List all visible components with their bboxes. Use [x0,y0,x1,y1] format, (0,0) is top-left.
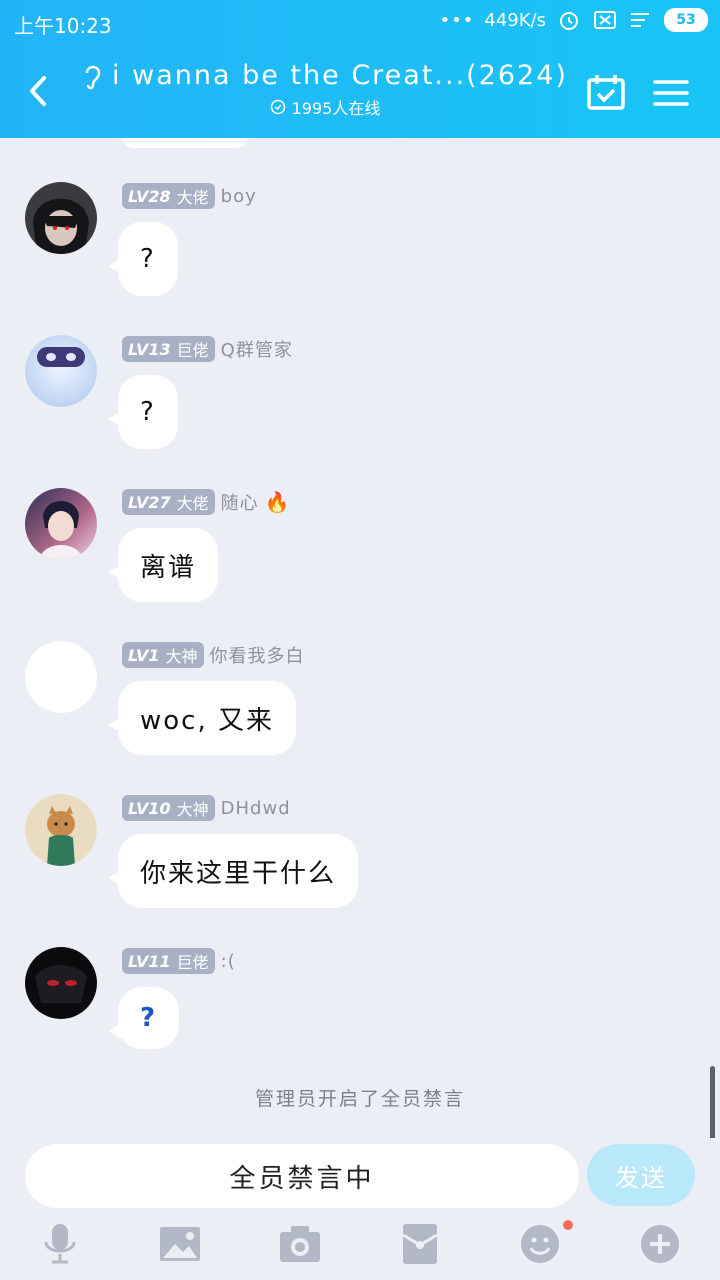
level-badge: LV11 巨佬 [122,948,215,974]
avatar[interactable] [25,641,97,713]
back-button[interactable] [22,68,56,114]
message-bubble[interactable]: 你来这里干什么 [107,834,359,908]
level-badge: LV28 大佬 [122,183,215,209]
message-bubble[interactable]: ? [108,222,178,296]
message-text: ? [140,1003,158,1033]
status-icons: ••• 449K/s 53 [440,8,708,32]
chat-area[interactable]: LV28 大佬 boy ? LV13 巨佬 Q群管家 ? LV27 大佬 随心 🔥 离… [0,138,720,1138]
check-circle-icon [270,99,285,115]
sender-meta: LV13 巨佬 Q群管家 [122,335,293,363]
microphone-icon [44,1224,76,1264]
sender-name[interactable]: DHdwd [221,798,291,819]
microphone-button[interactable] [38,1222,82,1266]
level-badge: LV27 大佬 [122,489,215,515]
message-bubble[interactable]: woc, 又来 [108,681,296,755]
message-bubble[interactable]: ? [107,987,180,1049]
level-badge: LV1 大神 [122,642,204,668]
more-dots-icon: ••• [439,9,475,31]
level-badge: LV10 大神 [122,795,215,821]
signal-icon [628,9,654,31]
image-icon [160,1227,200,1261]
calendar-check-button[interactable] [585,72,627,114]
battery-indicator: 53 [664,8,708,32]
avatar[interactable] [25,488,97,560]
level-badge: LV13 巨佬 [122,336,215,362]
status-time: 上午10:23 [14,14,112,38]
network-speed: 449K/s [484,9,546,31]
emoji-icon [521,1225,559,1263]
avatar[interactable] [25,947,97,1019]
sender-name[interactable]: 你看我多白 [210,642,305,668]
alarm-icon [556,9,582,31]
plus-button[interactable] [638,1222,682,1266]
scrollbar[interactable] [710,1066,715,1138]
red-packet-button[interactable] [398,1222,442,1266]
sender-name[interactable]: 随心 [221,489,259,515]
toolbar [0,1222,720,1272]
top-bar: 上午10:23 ••• 449K/s 53 i wanna be the Cre… [0,0,720,138]
sender-name[interactable]: boy [221,186,257,207]
chat-header: i wanna be the Creat...(2624) 1995人在线 [0,46,720,138]
system-notice: 管理员开启了全员禁言 [254,1088,465,1110]
sender-meta: LV27 大佬 随心 🔥 [122,488,290,516]
chevron-left-icon [30,76,46,106]
message-text: ? [140,397,156,427]
sender-meta: LV11 巨佬 :( [122,947,236,975]
sender-name[interactable]: :( [221,951,236,972]
ear-icon [85,65,101,89]
sim-off-icon [592,9,618,31]
red-packet-icon [402,1224,438,1264]
menu-button[interactable] [650,72,692,114]
calendar-check-icon [587,75,625,110]
emoji-button[interactable] [518,1222,562,1266]
message-text: woc, 又来 [140,705,274,736]
avatar[interactable] [25,335,97,407]
camera-button[interactable] [278,1222,322,1266]
message-text: 你来这里干什么 [140,858,337,889]
plus-icon [641,1225,679,1263]
avatar[interactable] [25,794,97,866]
message-bubble[interactable]: 离谱 [107,528,219,602]
camera-icon [280,1226,320,1262]
sender-name[interactable]: Q群管家 [221,336,293,362]
title-area[interactable]: i wanna be the Creat...(2624) 1995人在线 [70,60,580,119]
online-count: 1995人在线 [291,99,381,118]
status-bar: 上午10:23 ••• 449K/s 53 [0,0,720,46]
send-button[interactable]: 发送 [587,1144,695,1206]
message-input[interactable]: 全员禁言中 [25,1144,579,1208]
menu-icon [653,80,689,106]
sender-meta: LV10 大神 DHdwd [122,794,291,822]
avatar[interactable] [25,182,97,254]
image-button[interactable] [158,1222,202,1266]
message-bubble-partial [120,138,250,148]
message-text: 离谱 [140,552,197,583]
notification-dot [563,1220,573,1230]
message-text: ? [140,244,156,274]
sender-meta: LV1 大神 你看我多白 [122,641,305,669]
fire-emoji-icon: 🔥 [264,490,290,514]
message-bubble[interactable]: ? [108,375,178,449]
group-title: i wanna be the Creat...(2624) [112,60,568,91]
input-bar: 全员禁言中 发送 [0,1138,720,1280]
sender-meta: LV28 大佬 boy [122,182,257,210]
